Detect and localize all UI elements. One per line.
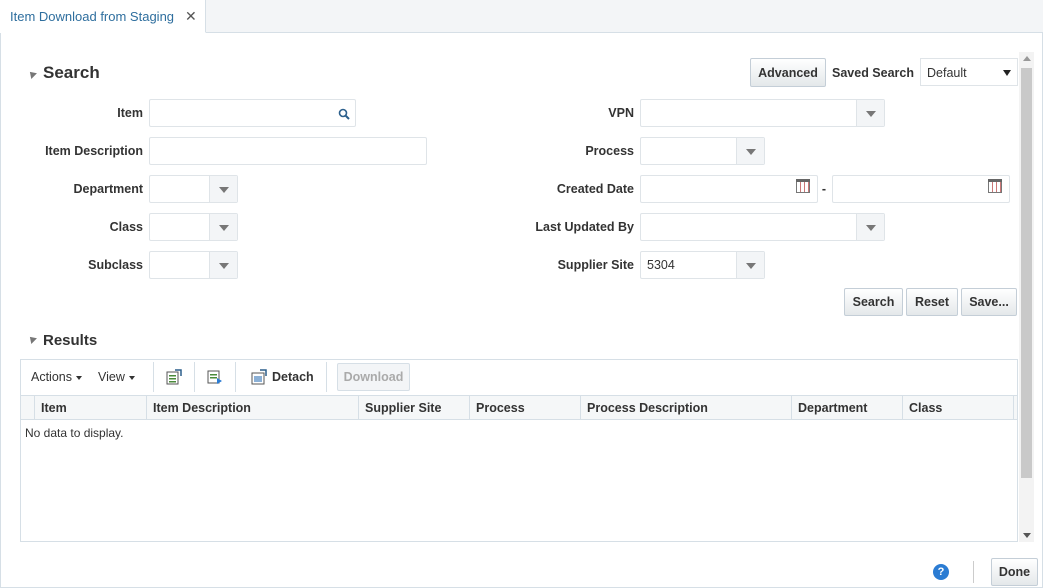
results-section-title: Results xyxy=(43,332,98,349)
advanced-button[interactable]: Advanced xyxy=(750,58,826,87)
process-label: Process xyxy=(585,144,634,158)
created-date-from-input[interactable] xyxy=(640,175,818,203)
search-button[interactable]: Search xyxy=(844,288,903,316)
scroll-down-icon[interactable] xyxy=(1023,533,1031,538)
dropdown-arrow-icon[interactable] xyxy=(736,138,764,164)
column-header-department[interactable]: Department xyxy=(792,396,903,420)
tab-bar: Item Download from Staging ✕ xyxy=(0,0,1043,33)
subclass-label: Subclass xyxy=(88,258,143,272)
created-date-label: Created Date xyxy=(556,182,634,196)
dropdown-arrow-icon xyxy=(1003,70,1011,76)
column-header-class[interactable]: Class xyxy=(903,396,1014,420)
item-description-input[interactable] xyxy=(149,137,427,165)
department-select[interactable] xyxy=(149,175,238,203)
supplier-site-label: Supplier Site xyxy=(557,258,634,272)
dropdown-arrow-icon[interactable] xyxy=(209,252,237,278)
dropdown-arrow-icon[interactable] xyxy=(209,214,237,240)
column-header-process[interactable]: Process xyxy=(470,396,581,420)
tab-item-download[interactable]: Item Download from Staging ✕ xyxy=(0,0,206,33)
date-range-separator: - xyxy=(821,182,827,196)
department-label: Department xyxy=(73,182,143,196)
actions-menu-label: Actions xyxy=(31,370,72,384)
calendar-icon[interactable] xyxy=(796,179,810,193)
dropdown-arrow-icon[interactable] xyxy=(856,100,884,126)
dropdown-arrow-icon[interactable] xyxy=(736,252,764,278)
reset-button[interactable]: Reset xyxy=(906,288,958,316)
class-select[interactable] xyxy=(149,213,238,241)
dropdown-arrow-icon[interactable] xyxy=(209,176,237,202)
search-section-title: Search xyxy=(43,63,100,82)
chevron-down-icon xyxy=(76,375,82,380)
toolbar-divider xyxy=(326,362,327,392)
last-updated-by-select[interactable] xyxy=(640,213,885,241)
detach-icon[interactable] xyxy=(251,369,267,385)
column-header-item-description[interactable]: Item Description xyxy=(147,396,359,420)
vpn-select[interactable] xyxy=(640,99,885,127)
toolbar-divider xyxy=(194,362,195,392)
view-menu[interactable]: View xyxy=(98,370,135,384)
actions-menu[interactable]: Actions xyxy=(31,370,82,384)
chevron-down-icon xyxy=(128,375,135,380)
detach-button[interactable]: Detach xyxy=(272,370,314,384)
scroll-up-icon[interactable] xyxy=(1023,56,1031,61)
import-icon[interactable] xyxy=(207,369,223,385)
download-button[interactable]: Download xyxy=(337,363,410,391)
column-header-process-description[interactable]: Process Description xyxy=(581,396,792,420)
view-menu-label: View xyxy=(98,370,125,384)
process-select[interactable] xyxy=(640,137,765,165)
class-label: Class xyxy=(109,220,143,234)
dropdown-arrow-icon[interactable] xyxy=(856,214,884,240)
supplier-site-value: 5304 xyxy=(647,258,675,272)
item-input[interactable] xyxy=(149,99,356,127)
row-selector-header xyxy=(21,396,35,420)
vertical-scrollbar[interactable] xyxy=(1019,52,1034,542)
supplier-site-select[interactable]: 5304 xyxy=(640,251,765,279)
done-button[interactable]: Done xyxy=(991,558,1038,586)
item-label: Item xyxy=(117,106,143,120)
search-icon[interactable] xyxy=(338,108,350,120)
saved-search-value: Default xyxy=(927,66,967,80)
item-description-label: Item Description xyxy=(45,144,143,158)
vpn-label: VPN xyxy=(608,106,634,120)
toolbar-divider xyxy=(153,362,154,392)
created-date-to-input[interactable] xyxy=(832,175,1010,203)
last-updated-by-label: Last Updated By xyxy=(535,220,634,234)
toolbar-divider xyxy=(235,362,236,392)
results-toolbar: Actions View Detach Download xyxy=(21,360,1017,396)
saved-search-label: Saved Search xyxy=(832,66,914,80)
subclass-select[interactable] xyxy=(149,251,238,279)
tab-title: Item Download from Staging xyxy=(10,8,175,24)
save-button[interactable]: Save... xyxy=(961,288,1017,316)
calendar-icon[interactable] xyxy=(988,179,1002,193)
results-table-header: Item Item Description Supplier Site Proc… xyxy=(21,396,1017,420)
column-header-item[interactable]: Item xyxy=(35,396,147,420)
column-header-supplier-site[interactable]: Supplier Site xyxy=(359,396,470,420)
results-table: Actions View Detach Download Item Item D… xyxy=(20,359,1018,542)
close-icon[interactable]: ✕ xyxy=(185,8,197,25)
export-icon[interactable] xyxy=(166,369,182,385)
help-icon[interactable]: ? xyxy=(933,564,949,580)
saved-search-select[interactable]: Default xyxy=(920,58,1018,86)
empty-results-message: No data to display. xyxy=(25,426,124,440)
footer-divider xyxy=(973,561,974,583)
scrollbar-thumb[interactable] xyxy=(1021,68,1032,478)
